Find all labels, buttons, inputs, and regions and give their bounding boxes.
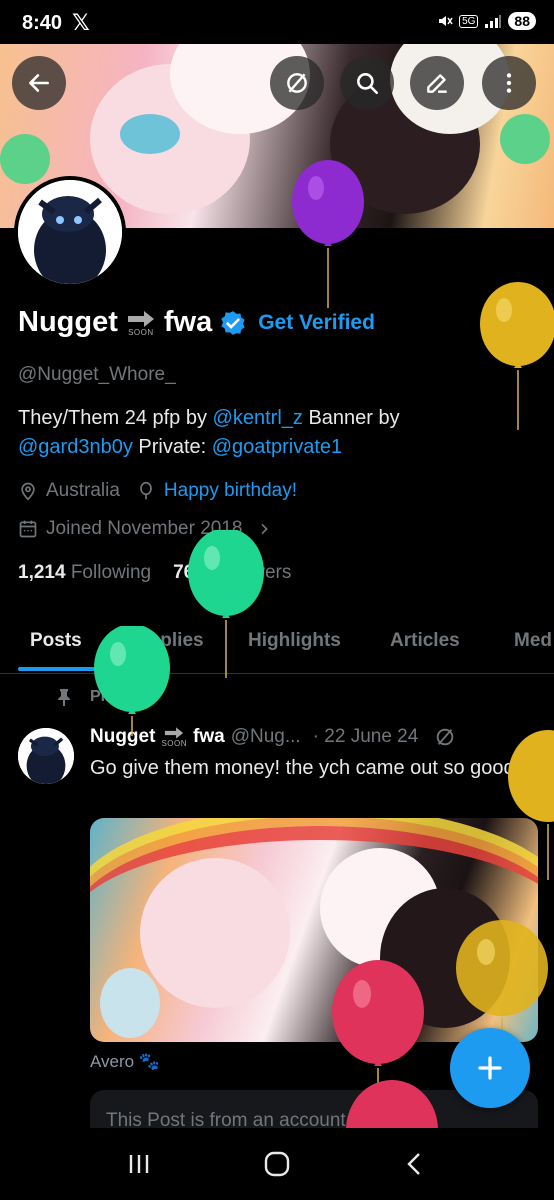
image-art-shape — [100, 968, 160, 1038]
plus-icon — [478, 1056, 502, 1080]
location-icon — [21, 482, 35, 501]
post-author-handle: @Nug... — [230, 726, 301, 747]
tab-media[interactable]: Med — [514, 630, 552, 652]
bio-text: Banner by — [302, 407, 400, 429]
balloon-red — [346, 1080, 438, 1130]
tab-posts[interactable]: Posts — [30, 630, 82, 652]
x-logo-icon: 𝕏 — [72, 10, 90, 35]
status-icons: 5G 88 — [437, 12, 536, 30]
calendar-icon — [19, 520, 37, 538]
banner-art-shape — [500, 114, 550, 164]
battery-indicator: 88 — [508, 12, 536, 30]
bio-text: Private: — [132, 436, 212, 458]
post-date: · 22 June 24 — [312, 726, 419, 747]
profile-tabs: Posts Replies Highlights Articles Med — [0, 620, 554, 674]
bio-text: They/Them 24 pfp by — [18, 407, 213, 429]
birthday-link[interactable]: Happy birthday! — [164, 480, 297, 502]
back-button[interactable] — [12, 56, 66, 110]
tab-articles[interactable]: Articles — [390, 630, 460, 652]
search-button[interactable] — [340, 56, 394, 110]
more-button[interactable] — [482, 56, 536, 110]
mute-icon — [439, 16, 453, 26]
compose-post-button[interactable] — [450, 1028, 530, 1108]
profile-bio: They/Them 24 pfp by @kentrl_z Banner by … — [18, 404, 538, 462]
search-icon — [357, 73, 379, 95]
system-nav-bar — [0, 1128, 554, 1200]
following-stat[interactable]: 1,214 Following — [18, 562, 151, 584]
active-tab-indicator — [18, 667, 98, 671]
edit-button[interactable] — [410, 56, 464, 110]
edit-icon — [427, 74, 447, 93]
banner-art-shape — [0, 134, 50, 184]
display-name-part2: fwa — [163, 306, 213, 338]
pin-icon — [58, 689, 70, 706]
location-text: Australia — [46, 480, 120, 501]
signal-icon — [485, 15, 502, 28]
post-text: Go give them money! the ych came out so … — [90, 757, 526, 779]
bio-mention-link[interactable]: @gard3nb0y — [18, 436, 133, 458]
balloon-yellow — [508, 730, 554, 880]
avatar-art — [18, 728, 74, 784]
balloon-yellow — [480, 282, 554, 430]
balloon-icon — [140, 481, 152, 500]
post-author-avatar[interactable] — [18, 728, 74, 784]
soon-label: SOON — [161, 739, 187, 748]
soon-label: SOON — [128, 327, 154, 337]
bio-mention-link[interactable]: @kentrl_z — [213, 407, 303, 429]
bio-line-1: They/Them 24 pfp by @kentrl_z Banner by — [18, 404, 538, 433]
following-count: 1,214 — [18, 562, 66, 583]
sync-off-button[interactable] — [270, 56, 324, 110]
status-bar: 8:40 𝕏 5G 88 — [0, 0, 554, 46]
soon-arrow: SOON — [126, 309, 156, 337]
status-time: 8:40 — [22, 11, 63, 34]
display-name-row: Nugget SOON fwa Get Verified — [18, 306, 375, 339]
avatar-art — [18, 180, 122, 284]
sync-off-icon — [287, 73, 307, 93]
location-birthday-row: Australia Happy birthday! — [18, 480, 297, 502]
balloon-green — [188, 530, 264, 678]
profile-handle: @Nugget_Whore_ — [18, 364, 176, 385]
caption-text: Avero — [90, 1052, 135, 1071]
profile-avatar[interactable] — [14, 176, 126, 288]
arrow-right-icon — [127, 310, 154, 327]
following-label: Following — [70, 562, 152, 583]
paw-icon: 🐾 — [138, 1052, 161, 1071]
balloon-green — [94, 626, 170, 736]
back-nav-icon[interactable] — [401, 1150, 429, 1178]
get-verified-link[interactable]: Get Verified — [258, 311, 375, 335]
display-name-part1: Nugget — [18, 306, 118, 338]
recent-apps-icon[interactable] — [125, 1152, 153, 1176]
more-icon — [506, 73, 512, 93]
post-author-name-part2[interactable]: fwa — [193, 726, 225, 748]
home-icon[interactable] — [263, 1150, 291, 1178]
banner-art-shape — [120, 114, 180, 154]
sync-off-icon — [437, 728, 454, 746]
image-caption: Avero 🐾 — [90, 1052, 160, 1072]
balloon-purple — [292, 160, 364, 308]
bio-line-2: @gard3nb0y Private: @goatprivate1 — [18, 433, 538, 462]
back-icon — [29, 74, 49, 92]
image-art-shape — [140, 858, 290, 1008]
verified-badge-icon — [221, 310, 245, 335]
bio-mention-link[interactable]: @goatprivate1 — [212, 436, 342, 458]
network-label: 5G — [459, 14, 479, 28]
